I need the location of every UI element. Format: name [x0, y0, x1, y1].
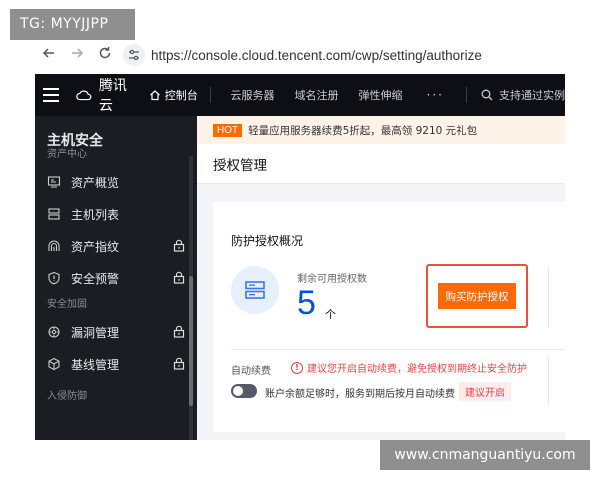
sidebar-item-security-alert[interactable]: 安全预警 [35, 262, 197, 294]
promo-text: 轻量应用服务器续费5折起，最高领 9210 元礼包 [248, 124, 478, 137]
sidebar-item-label: 主机列表 [71, 207, 120, 222]
reload-button[interactable] [91, 46, 119, 64]
sidebar-item-label: 资产指纹 [71, 239, 120, 254]
watermark-bottom: www.cnmanguantiyu.com [380, 440, 590, 470]
lock-icon [173, 357, 185, 373]
nav-console-label: 控制台 [164, 89, 198, 102]
address-bar[interactable]: https://console.cloud.tencent.com/cwp/se… [151, 48, 482, 63]
arrow-right-icon [72, 48, 84, 58]
warning-icon: ! [291, 361, 303, 374]
bug-icon [47, 325, 61, 339]
auto-renew-toggle[interactable] [231, 384, 257, 398]
lock-icon [173, 325, 185, 341]
brand-logo[interactable]: 腾讯云 [76, 75, 131, 115]
sidebar-scrollbar[interactable] [189, 156, 193, 440]
home-icon [149, 90, 160, 101]
sidebar-item-asset-fingerprint[interactable]: 资产指纹 [35, 230, 197, 262]
sidebar-group-hardening: 安全加固 [47, 299, 87, 310]
page-title: 授权管理 [197, 144, 565, 184]
server-icon [245, 281, 265, 299]
sidebar-item-label: 安全预警 [71, 271, 120, 286]
back-button[interactable] [35, 46, 63, 64]
fingerprint-icon [47, 239, 61, 253]
brand-name: 腾讯云 [98, 78, 127, 114]
hot-badge: HOT [213, 123, 243, 137]
tencent-cloud-logo-icon [76, 90, 92, 101]
nav-divider [209, 87, 211, 103]
sidebar-item-vuln-management[interactable]: 漏洞管理 [35, 316, 197, 348]
card-divider-vertical-2 [548, 357, 549, 405]
auto-renew-warning: ! 建议您开启自动续费，避免授权到期终止安全防护 [291, 360, 527, 375]
promo-banner[interactable]: HOT 轻量应用服务器续费5折起，最高领 9210 元礼包 [197, 116, 565, 144]
suggest-enable-tag: 建议开启 [459, 382, 511, 401]
shield-alert-icon [47, 271, 61, 285]
sidebar-group-asset: 资产中心 [47, 149, 87, 160]
card-title: 防护授权概况 [231, 234, 304, 248]
search-icon [481, 89, 493, 101]
top-navigation: 腾讯云 控制台 云服务器 域名注册 弹性伸缩 ··· 支持通过实例 [35, 74, 565, 116]
more-menu-button[interactable]: ··· [427, 88, 444, 102]
browser-toolbar: https://console.cloud.tencent.com/cwp/se… [0, 40, 600, 70]
sidebar-item-label: 漏洞管理 [71, 325, 120, 340]
sidebar-group-intrusion: 入侵防御 [47, 391, 87, 402]
card-divider-vertical [548, 268, 549, 328]
sidebar-item-label: 资产概览 [71, 175, 120, 190]
sidebar-item-label: 基线管理 [71, 357, 120, 372]
monitor-icon [47, 175, 61, 189]
auto-renew-description: 账户余额足够时，服务到期后按月自动续费 [265, 389, 455, 400]
sidebar: 主机安全 资产中心 资产概览 主机列表 资产指纹 安全预警 安全加固 漏洞管理 [35, 116, 197, 440]
lock-icon [173, 271, 185, 287]
forward-button[interactable] [63, 46, 91, 64]
license-stat-icon [231, 266, 279, 314]
menu-icon[interactable] [35, 88, 66, 102]
lock-icon [173, 239, 185, 255]
nav-autoscaling[interactable]: 弹性伸缩 [359, 87, 403, 103]
remaining-licenses-unit: 个 [325, 308, 336, 321]
watermark-top: TG: MYYJJPP [10, 9, 135, 40]
search-placeholder: 支持通过实例 [499, 89, 565, 102]
cube-icon [47, 357, 61, 371]
buy-license-button[interactable]: 购买防护授权 [438, 283, 516, 309]
server-list-icon [47, 207, 61, 221]
reload-icon [99, 47, 111, 59]
auto-renew-label: 自动续费 [231, 366, 271, 377]
sidebar-item-asset-overview[interactable]: 资产概览 [35, 166, 197, 198]
card-divider [231, 349, 565, 350]
nav-domain[interactable]: 域名注册 [295, 87, 339, 103]
nav-console[interactable]: 控制台 [149, 87, 198, 103]
main-content: HOT 轻量应用服务器续费5折起，最高领 9210 元礼包 授权管理 防护授权概… [197, 116, 565, 440]
console-app: 腾讯云 控制台 云服务器 域名注册 弹性伸缩 ··· 支持通过实例 主机安全 资… [35, 74, 565, 440]
sidebar-scroll-thumb[interactable] [189, 276, 193, 406]
tune-icon [129, 49, 139, 61]
remaining-licenses-label: 剩余可用授权数 [297, 274, 367, 285]
auto-renew-warning-text: 建议您开启自动续费，避免授权到期终止安全防护 [307, 364, 527, 375]
sidebar-item-baseline-management[interactable]: 基线管理 [35, 348, 197, 380]
sidebar-item-host-list[interactable]: 主机列表 [35, 198, 197, 230]
nav-cvm[interactable]: 云服务器 [231, 87, 275, 103]
search-input[interactable]: 支持通过实例 [466, 87, 565, 103]
remaining-licenses-value: 5 [297, 284, 316, 322]
protection-overview-card: 防护授权概况 剩余可用授权数 5 个 购买防护授权 自动续费 ! 建议您开启自动… [213, 202, 565, 432]
site-info-button[interactable] [123, 44, 145, 66]
arrow-left-icon [42, 48, 54, 58]
